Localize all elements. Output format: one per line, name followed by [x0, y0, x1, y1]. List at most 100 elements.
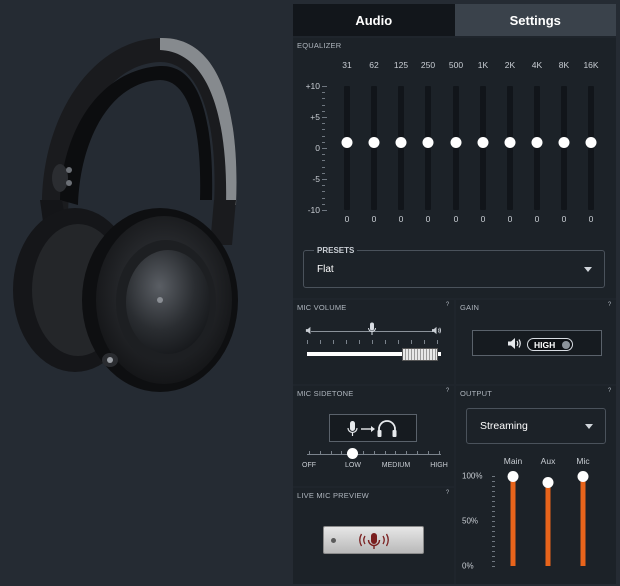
eq-band-value: 0: [507, 214, 513, 224]
speaker-icon: [508, 338, 521, 349]
eq-band-knob[interactable]: [585, 137, 597, 148]
tick: [492, 536, 495, 537]
output-selected: Streaming: [480, 420, 528, 432]
eq-band-knob[interactable]: [341, 137, 353, 148]
db-tick: [322, 123, 325, 125]
tab-audio[interactable]: Audio: [293, 4, 455, 36]
tick: [330, 451, 332, 454]
gain-toggle[interactable]: HIGH: [527, 338, 573, 351]
eq-frequency-label: 8K: [558, 60, 570, 70]
eq-frequency-label: 31: [342, 60, 352, 70]
eq-band-knob[interactable]: [477, 137, 489, 148]
mic-volume-ticks: [307, 340, 441, 345]
db-tick: [322, 160, 325, 162]
tick: [492, 521, 495, 522]
output-dropdown[interactable]: Streaming: [466, 408, 606, 444]
db-tick: [322, 185, 325, 187]
db-tick: [322, 129, 325, 131]
chevron-down-icon: [584, 267, 592, 272]
eq-band-track[interactable]: [588, 86, 594, 210]
presets-value: Flat: [317, 264, 334, 275]
eq-band-track[interactable]: [425, 86, 431, 210]
eq-band-track[interactable]: [507, 86, 513, 210]
db-tick: [322, 86, 327, 87]
help-icon[interactable]: ?: [444, 302, 451, 309]
microphone-icon: [368, 322, 376, 335]
eq-band-track[interactable]: [371, 86, 377, 210]
eq-band-knob[interactable]: [531, 137, 543, 148]
eq-band-track[interactable]: [480, 86, 486, 210]
db-tick: [322, 148, 327, 149]
eq-band-track[interactable]: [398, 86, 404, 210]
eq-band-value: 0: [534, 214, 540, 224]
channel-level-bar[interactable]: [510, 476, 516, 566]
eq-band-knob[interactable]: [450, 137, 462, 148]
help-icon[interactable]: ?: [606, 302, 613, 309]
eq-band-value: 0: [398, 214, 404, 224]
channel-level-bar[interactable]: [580, 476, 586, 566]
channel-slider-thumb[interactable]: [507, 470, 519, 482]
mic-volume-slider-thumb[interactable]: [401, 348, 438, 361]
db-tick: [322, 98, 325, 100]
eq-band-knob[interactable]: [368, 137, 380, 148]
eq-band-track[interactable]: [453, 86, 459, 210]
presets-label: PRESETS: [314, 246, 358, 255]
sidetone-level-label: HIGH: [430, 462, 448, 469]
gain-control: HIGH: [472, 330, 602, 356]
sidetone-slider-thumb[interactable]: [347, 448, 358, 459]
channel-label: Aux: [540, 456, 556, 466]
help-icon[interactable]: ?: [606, 388, 613, 395]
tick: [492, 531, 495, 532]
live-mic-preview-button[interactable]: [323, 526, 424, 554]
eq-band-value: 0: [371, 214, 377, 224]
mic-to-headphone-icon: [347, 420, 397, 437]
eq-band-knob[interactable]: [558, 137, 570, 148]
tick: [492, 496, 495, 497]
tick: [492, 491, 495, 492]
eq-frequency-label: 62: [369, 60, 379, 70]
tick: [363, 451, 364, 454]
eq-frequency-label: 4K: [531, 60, 543, 70]
channel-slider-thumb[interactable]: [577, 470, 589, 482]
db-tick: [322, 117, 327, 118]
db-label: +5: [310, 112, 320, 122]
tick: [406, 451, 408, 454]
tab-settings[interactable]: Settings: [454, 4, 616, 36]
output-section: OUTPUT ? Streaming 100% 50% 0% Main Aux Mi…: [456, 386, 616, 584]
tick: [424, 340, 425, 344]
eq-band-knob[interactable]: [395, 137, 407, 148]
gain-toggle-knob: [562, 341, 570, 349]
tick: [372, 340, 373, 344]
presets-dropdown[interactable]: PRESETS Flat: [303, 246, 605, 288]
channel-level-bar[interactable]: [545, 482, 551, 566]
tick: [359, 340, 360, 344]
eq-band-knob[interactable]: [504, 137, 516, 148]
sidetone-level-label: MEDIUM: [381, 462, 411, 469]
equalizer-title: EQUALIZER: [297, 41, 342, 50]
gain-title: GAIN: [460, 303, 480, 312]
channel-slider-thumb[interactable]: [542, 476, 554, 488]
tick: [492, 556, 495, 557]
db-tick: [322, 154, 325, 156]
live-mic-preview-section: LIVE MIC PREVIEW ?: [293, 488, 454, 584]
channel-label: Mic: [576, 456, 590, 466]
db-label: +10: [305, 81, 320, 91]
tick: [492, 546, 495, 547]
eq-band-value: 0: [425, 214, 431, 224]
help-icon[interactable]: ?: [444, 388, 451, 395]
help-icon[interactable]: ?: [444, 490, 451, 497]
eq-band-value: 0: [453, 214, 459, 224]
sidetone-level-label: LOW: [345, 462, 361, 469]
equalizer-section: EQUALIZER +10 +5 0 -5 -10 31 0 62 0 125 0 250 0…: [293, 38, 616, 298]
eq-band-track[interactable]: [561, 86, 567, 210]
db-tick: [322, 210, 327, 211]
eq-band-track[interactable]: [534, 86, 540, 210]
eq-band-knob[interactable]: [422, 137, 434, 148]
sidetone-slider-track[interactable]: [307, 454, 441, 455]
sidetone-graphic: [329, 414, 417, 442]
eq-frequency-label: 125: [393, 60, 409, 70]
tick: [385, 340, 386, 344]
eq-band-track[interactable]: [344, 86, 350, 210]
tick: [437, 340, 438, 344]
db-tick: [322, 191, 325, 193]
